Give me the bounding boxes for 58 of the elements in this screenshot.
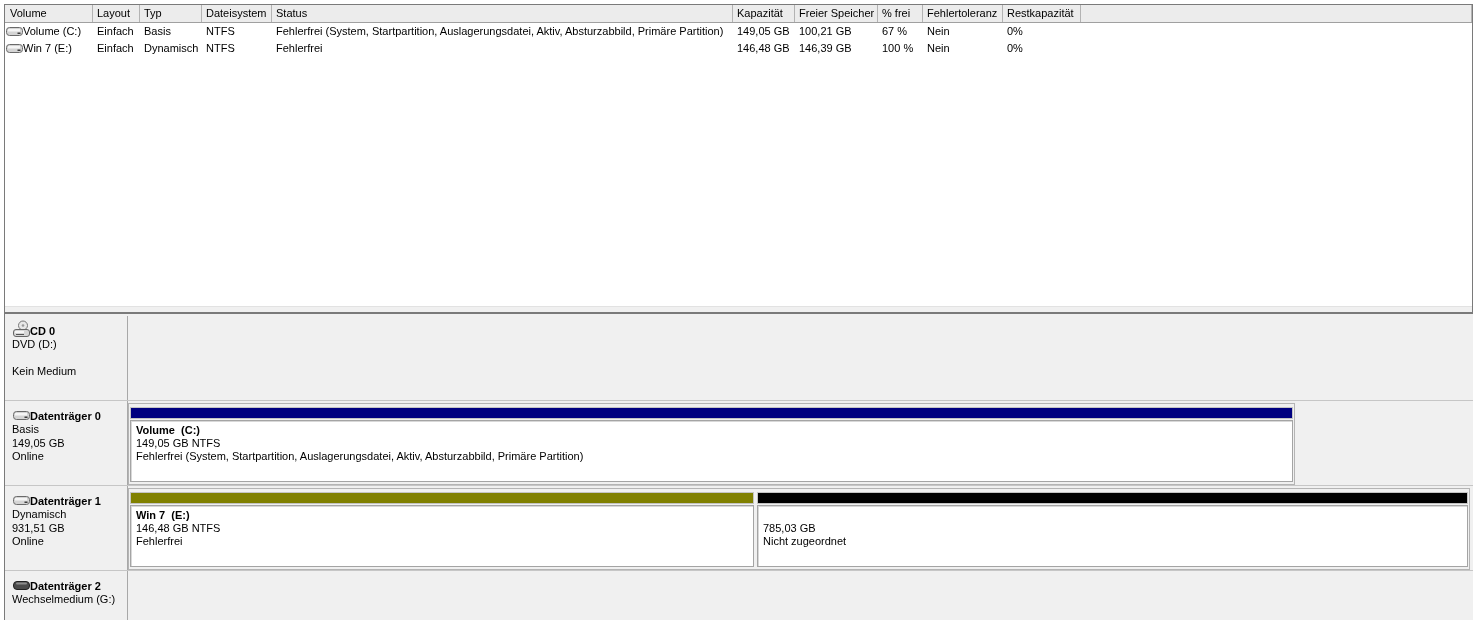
disk-name: Datenträger 1 xyxy=(30,494,101,508)
partition-box[interactable]: Volume (C:) 149,05 GB NTFS Fehlerfrei (System, Startpartition, Auslagerungsdatei, Aktiv, Absturzabbild, Primäre Partition) xyxy=(130,420,1293,482)
column-header[interactable]: % frei xyxy=(878,5,923,22)
column-header[interactable]: Fehlertoleranz xyxy=(923,5,1003,22)
drive-icon xyxy=(13,411,30,420)
table-cell: 0% xyxy=(1007,42,1023,55)
table-cell: 149,05 GB xyxy=(737,25,790,38)
table-cell: Nein xyxy=(927,42,950,55)
partition-title: Win 7 (E:) xyxy=(136,509,190,522)
disk-status: Online xyxy=(12,535,44,549)
column-header[interactable]: Typ xyxy=(140,5,202,22)
table-cell: Dynamisch xyxy=(144,42,199,55)
disk-name: CD 0 xyxy=(30,324,56,338)
table-cell: Fehlerfrei xyxy=(276,42,323,55)
disk-type: Dynamisch xyxy=(12,508,67,522)
disk-type: DVD (D:) xyxy=(12,338,57,352)
partition-title: Volume (C:) xyxy=(136,424,200,437)
drive-icon xyxy=(13,496,30,505)
table-cell: 146,48 GB xyxy=(737,42,790,55)
table-cell: Fehlerfrei (System, Startpartition, Auslagerungsdatei, Aktiv, Absturzabbild, Primäre Partition) xyxy=(276,25,724,38)
volume-name: Win 7 (E:) xyxy=(23,41,72,57)
disk-status: Online xyxy=(12,450,44,464)
table-cell: 0% xyxy=(1007,25,1023,38)
column-header[interactable]: Freier Speicher xyxy=(795,5,878,22)
partition-size: 146,48 GB NTFS xyxy=(136,522,221,535)
partition-status: Nicht zugeordnet xyxy=(763,535,847,548)
disk-name: Datenträger 0 xyxy=(30,409,101,423)
partition-size: 785,03 GB xyxy=(763,522,816,535)
table-cell: Einfach xyxy=(97,42,134,55)
disk-type: Basis xyxy=(12,423,39,437)
table-cell: Einfach xyxy=(97,25,134,38)
table-cell: 100,21 GB xyxy=(799,25,852,38)
column-header[interactable]: Dateisystem xyxy=(202,5,272,22)
volume-name: Volume (C:) xyxy=(23,24,82,40)
partition-box[interactable]: 785,03 GB Nicht zugeordnet xyxy=(757,505,1468,567)
disk-type: Wechselmedium (G:) xyxy=(12,593,116,607)
table-cell: 67 % xyxy=(882,25,908,38)
disk-size: 931,51 GB xyxy=(12,521,65,535)
column-header[interactable]: Layout xyxy=(93,5,140,22)
table-cell: NTFS xyxy=(206,25,235,38)
disk-size: 149,05 GB xyxy=(12,436,65,450)
disk-status: Kein Medium xyxy=(12,365,77,379)
partition-status: Fehlerfrei xyxy=(136,535,183,548)
column-header[interactable]: Restkapazität xyxy=(1003,5,1081,22)
column-header[interactable]: Status xyxy=(272,5,733,22)
column-header[interactable]: Kapazität xyxy=(733,5,795,22)
table-cell: 100 % xyxy=(882,42,914,55)
table-cell: Nein xyxy=(927,25,950,38)
table-cell: NTFS xyxy=(206,42,235,55)
partition-size: 149,05 GB NTFS xyxy=(136,437,221,450)
partition-box[interactable]: Win 7 (E:) 146,48 GB NTFS Fehlerfrei xyxy=(130,505,754,567)
disc-drive-icon xyxy=(13,320,30,337)
partition-status: Fehlerfrei (System, Startpartition, Auslagerungsdatei, Aktiv, Absturzabbild, Primäre Partition) xyxy=(136,450,584,463)
drive-icon xyxy=(13,581,30,590)
disk-name: Datenträger 2 xyxy=(30,579,101,593)
table-cell: Basis xyxy=(144,25,171,38)
table-cell: 146,39 GB xyxy=(799,42,852,55)
column-header[interactable]: Volume xyxy=(5,5,93,22)
